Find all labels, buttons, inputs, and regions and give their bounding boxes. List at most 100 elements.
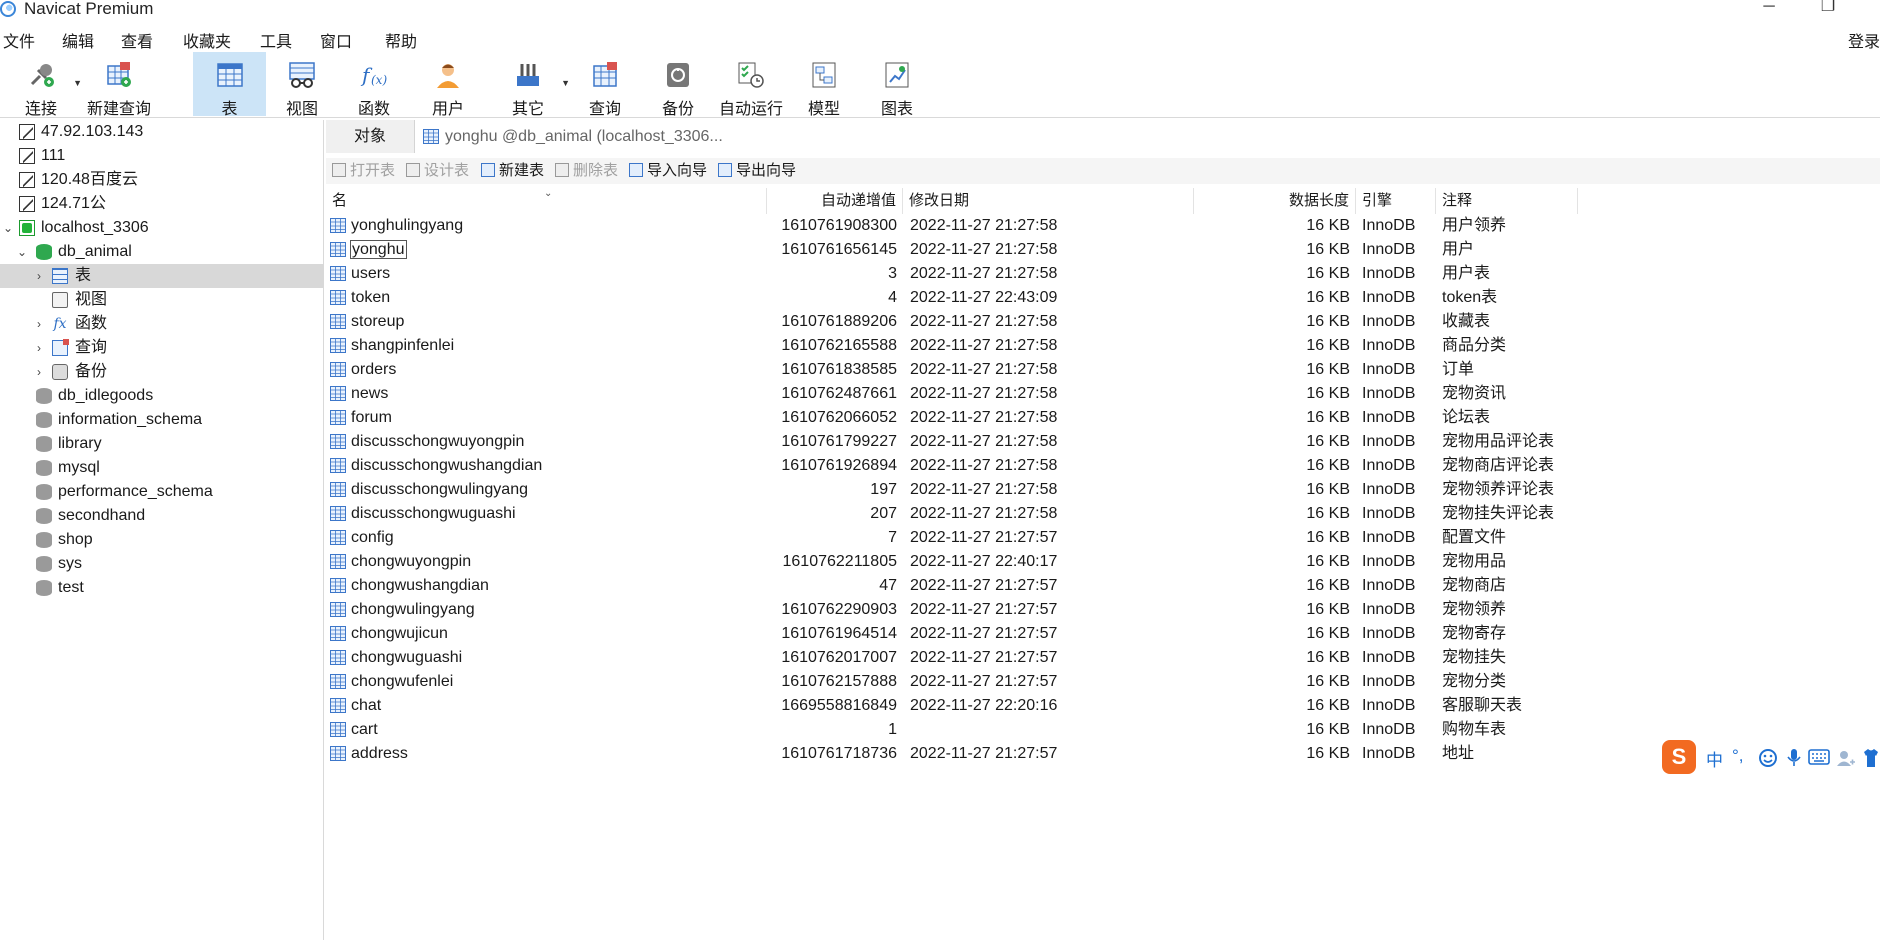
table-row[interactable]: yonghulingyang 1610761908300 2022-11-27 21… [326,214,1880,238]
table-row[interactable]: orders 1610761838585 2022-11-27 21:27:58 16… [326,358,1880,382]
tree-connection-3[interactable]: 120.48百度云 [0,168,324,192]
minimize-button[interactable]: ─ [1749,0,1789,18]
tree-db-item[interactable]: secondhand [0,504,324,528]
table-row[interactable]: news 1610762487661 2022-11-27 21:27:58 16 K… [326,382,1880,406]
collapse-chevron-icon[interactable]: ⌄ [16,240,28,264]
design-table-button[interactable]: 设计表 [406,160,469,182]
connect-dropdown-icon[interactable]: ▼ [73,78,82,88]
menu-help[interactable]: 帮助 [385,28,417,52]
tree-connection-1[interactable]: 47.92.103.143 [0,120,324,144]
toolbar-table-button[interactable]: 表 [193,52,266,118]
tree-db-item[interactable]: test [0,576,324,600]
column-header-engine[interactable]: 引擎 [1356,188,1436,214]
menu-tools[interactable]: 工具 [260,28,292,52]
tab-objects[interactable]: 对象 [326,120,414,153]
import-wizard-button[interactable]: 导入向导 [629,160,707,182]
table-row[interactable]: storeup 1610761889206 2022-11-27 21:27:58 1… [326,310,1880,334]
column-header-modified[interactable]: 修改日期 [903,188,1194,214]
menu-window[interactable]: 窗口 [320,28,352,52]
export-wizard-button[interactable]: 导出向导 [718,160,796,182]
tree-functions-node[interactable]: › fx 函数 [0,312,324,336]
column-header-auto-increment[interactable]: 自动递增值 [767,188,903,214]
tree-connection-localhost[interactable]: ⌄ localhost_3306 [0,216,324,240]
tree-connection-4[interactable]: 124.71公 [0,192,324,216]
table-row[interactable]: chongwuguashi 1610762017007 2022-11-27 21:… [326,646,1880,670]
keyboard-icon[interactable] [1808,749,1830,765]
toolbar-function-button[interactable]: f (x) 函数 [346,52,402,118]
table-row[interactable]: yonghu 1610761656145 2022-11-27 21:27:58 16… [326,238,1880,262]
restore-button[interactable]: ❐ [1808,0,1848,18]
table-row[interactable]: discusschongwushangdian 1610761926894 2022… [326,454,1880,478]
table-row[interactable]: address 1610761718736 2022-11-27 21:27:57 1… [326,742,1880,766]
toolbar-new-query-button[interactable]: 新建查询 [84,52,154,118]
toolbar-automation-button[interactable]: 自动运行 [714,52,788,118]
column-header-comment[interactable]: 注释 [1436,188,1578,214]
emoji-icon[interactable] [1758,748,1778,768]
table-row[interactable]: discusschongwuyongpin 1610761799227 2022-1… [326,430,1880,454]
tshirt-icon[interactable] [1862,748,1880,768]
table-row[interactable]: chongwuyongpin 1610762211805 2022-11-27 22… [326,550,1880,574]
tab-table-yonghu[interactable]: yonghu @db_animal (localhost_3306... [414,120,1880,153]
menu-view[interactable]: 查看 [121,28,153,52]
expand-chevron-icon[interactable]: › [33,336,45,360]
open-table-button[interactable]: 打开表 [332,160,395,182]
table-row[interactable]: users 3 2022-11-27 21:27:58 16 KB InnoDB 用户表 [326,262,1880,286]
toolbar-model-button[interactable]: 模型 [797,52,851,118]
user-skin-icon[interactable] [1836,748,1856,768]
toolbar-backup-button[interactable]: 备份 [650,52,706,118]
menu-edit[interactable]: 编辑 [62,28,94,52]
tree-db-item[interactable]: db_idlegoods [0,384,324,408]
tree-db-item[interactable]: library [0,432,324,456]
cell-engine: InnoDB [1362,649,1416,666]
toolbar-others-button[interactable]: ▼ 其它 [500,52,570,118]
expand-chevron-icon[interactable]: › [33,360,45,384]
toolbar-view-button[interactable]: 视图 [274,52,330,118]
tree-tables-node[interactable]: › 表 [0,264,324,288]
login-link[interactable]: 登录 [1848,28,1880,52]
tree-db-item[interactable]: performance_schema [0,480,324,504]
menu-file[interactable]: 文件 [3,28,35,52]
expand-chevron-icon[interactable]: › [33,312,45,336]
expand-chevron-icon[interactable]: › [33,264,45,288]
table-row[interactable]: chongwufenlei 1610762157888 2022-11-27 21:… [326,670,1880,694]
table-row[interactable]: forum 1610762066052 2022-11-27 21:27:58 16 … [326,406,1880,430]
microphone-icon[interactable] [1786,748,1802,768]
ime-punctuation-toggle[interactable]: °, [1732,746,1744,766]
tree-db-item[interactable]: shop [0,528,324,552]
table-row[interactable]: discusschongwulingyang 197 2022-11-27 21:2… [326,478,1880,502]
table-row[interactable]: chat 1669558816849 2022-11-27 22:20:16 16 K… [326,694,1880,718]
table-row[interactable]: discusschongwuguashi 207 2022-11-27 21:27:… [326,502,1880,526]
table-row[interactable]: chongwulingyang 1610762290903 2022-11-27 2… [326,598,1880,622]
tree-db-label: test [58,579,84,596]
table-row[interactable]: chongwushangdian 47 2022-11-27 21:27:57 16 … [326,574,1880,598]
new-table-button[interactable]: 新建表 [481,160,544,182]
table-row[interactable]: cart 1 16 KB InnoDB 购物车表 [326,718,1880,742]
sogou-ime-logo-icon[interactable]: S [1662,740,1696,774]
tree-db-item[interactable]: mysql [0,456,324,480]
ime-language-toggle[interactable]: 中 [1706,746,1723,771]
tree-db-animal[interactable]: ⌄ db_animal [0,240,324,264]
others-dropdown-icon[interactable]: ▼ [561,78,570,88]
menu-favorites[interactable]: 收藏夹 [183,28,231,52]
toolbar-connect-button[interactable]: ▼ 连接 [14,52,82,118]
delete-table-button[interactable]: 删除表 [555,160,618,182]
tree-queries-node[interactable]: › 查询 [0,336,324,360]
column-header-data-length[interactable]: 数据长度 [1194,188,1356,214]
tree-connection-2[interactable]: 111 [0,144,324,168]
toolbar-query-label: 查询 [588,101,621,118]
table-row[interactable]: chongwujicun 1610761964514 2022-11-27 21:2… [326,622,1880,646]
toolbar-query-button[interactable]: 查询 [578,52,632,118]
cell-auto-increment: 1610761964514 [781,625,897,642]
table-row[interactable]: token 4 2022-11-27 22:43:09 16 KB InnoDB toke… [326,286,1880,310]
table-row[interactable]: config 7 2022-11-27 21:27:57 16 KB InnoDB 配置文… [326,526,1880,550]
tree-views-node[interactable]: 视图 [0,288,324,312]
ime-toolbar[interactable]: S 中 °, [1662,740,1880,774]
collapse-chevron-icon[interactable]: ⌄ [2,216,14,240]
tree-db-item[interactable]: sys [0,552,324,576]
toolbar-chart-button[interactable]: 图表 [870,52,924,118]
table-row[interactable]: shangpinfenlei 1610762165588 2022-11-27 21… [326,334,1880,358]
tree-db-item[interactable]: information_schema [0,408,324,432]
cell-table-name: config [348,526,768,550]
tree-backups-node[interactable]: › 备份 [0,360,324,384]
toolbar-user-button[interactable]: 用户 [420,52,476,118]
